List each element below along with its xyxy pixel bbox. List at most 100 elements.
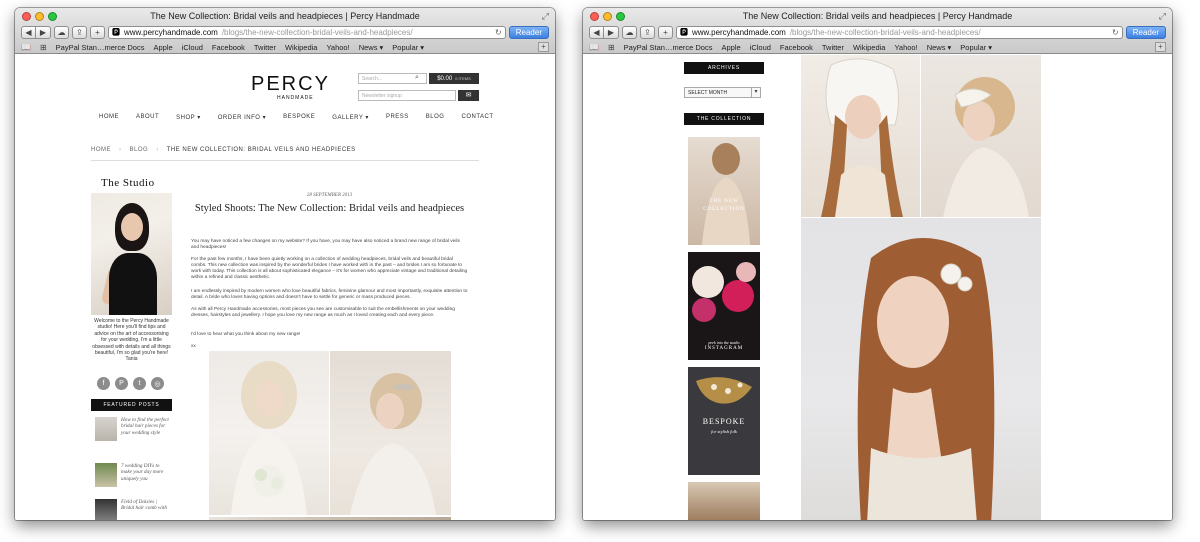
add-bookmark-icon[interactable]: +: [1155, 42, 1166, 52]
bookmark-item[interactable]: Wikipedia: [853, 43, 886, 52]
share-button[interactable]: ⇪: [640, 25, 655, 39]
bookmark-item[interactable]: iCloud: [182, 43, 203, 52]
featured-post[interactable]: 7 wedding DIYs to make your day more uni…: [95, 463, 171, 487]
nav-blog[interactable]: BLOG: [426, 114, 445, 121]
pinterest-icon[interactable]: P: [115, 377, 128, 390]
address-bar[interactable]: 🅿 www.percyhandmade.com/blogs/the-new-co…: [108, 25, 506, 39]
search-icon[interactable]: ⌕: [415, 74, 419, 82]
bookmark-item[interactable]: PayPal Stan…merce Docs: [56, 43, 145, 52]
headpiece-photo: [921, 55, 1041, 217]
nav-order-info[interactable]: ORDER INFO ▾: [218, 114, 266, 121]
plus-icon: +: [663, 27, 668, 37]
bride-photo: [209, 351, 329, 515]
address-bar[interactable]: 🅿 www.percyhandmade.com/blogs/the-new-co…: [676, 25, 1123, 39]
featured-post-thumbnail: [95, 417, 117, 441]
nav-press[interactable]: PRESS: [386, 114, 409, 121]
back-button[interactable]: ◀: [589, 25, 604, 39]
bookmark-item[interactable]: PayPal Stan…merce Docs: [624, 43, 713, 52]
bookmark-item[interactable]: Facebook: [212, 43, 245, 52]
book-icon[interactable]: 📖: [589, 43, 599, 52]
fullscreen-icon[interactable]: ⤢: [542, 11, 549, 22]
share-icon: ⇪: [644, 27, 651, 37]
breadcrumb-blog[interactable]: BLOG: [130, 147, 149, 153]
bookmark-item[interactable]: Twitter: [822, 43, 844, 52]
web-page: PERCY HANDMADE Search... ⌕ $0.00 0 ITEMS…: [15, 55, 555, 520]
bride-photo: [209, 517, 451, 520]
grid-icon[interactable]: ⊞: [40, 43, 47, 52]
featured-post-title[interactable]: Field of Daisies | Bridal hair comb with: [121, 499, 171, 520]
newsletter-submit-button[interactable]: ✉: [458, 90, 479, 101]
book-icon[interactable]: 📖: [21, 43, 31, 52]
icloud-tabs-button[interactable]: ☁: [622, 25, 637, 39]
post-title: Styled Shoots: The New Collection: Brida…: [194, 203, 465, 214]
nav-contact[interactable]: CONTACT: [461, 114, 493, 121]
fullscreen-icon[interactable]: ⤢: [1159, 11, 1166, 22]
page-icon: 🅿: [680, 27, 688, 37]
instagram-icon[interactable]: ◎: [151, 377, 164, 390]
bookmark-item[interactable]: Popular ▾: [960, 43, 992, 52]
reader-button[interactable]: Reader: [508, 25, 549, 39]
twitter-icon[interactable]: t: [133, 377, 146, 390]
nav-gallery[interactable]: GALLERY ▾: [332, 114, 369, 121]
breadcrumb-separator: ›: [119, 147, 122, 153]
bookmark-item[interactable]: News ▾: [359, 43, 384, 52]
bookmark-item[interactable]: Apple: [721, 43, 740, 52]
facebook-icon[interactable]: f: [97, 377, 110, 390]
forward-arrow-icon: ▶: [607, 27, 615, 37]
forward-button[interactable]: ▶: [36, 25, 51, 39]
grid-icon[interactable]: ⊞: [608, 43, 615, 52]
new-tab-button[interactable]: +: [90, 25, 105, 39]
add-bookmark-icon[interactable]: +: [538, 42, 549, 52]
cart-button[interactable]: $0.00 0 ITEMS: [429, 73, 479, 84]
bookmark-item[interactable]: Wikipedia: [285, 43, 318, 52]
post-paragraph: I'd love to hear what you think about my…: [191, 332, 301, 337]
collection-tile[interactable]: [688, 482, 760, 520]
bespoke-tile[interactable]: BESPOKE for stylish folk: [688, 367, 760, 475]
bookmark-item[interactable]: Yahoo!: [326, 43, 349, 52]
share-button[interactable]: ⇪: [72, 25, 87, 39]
reload-icon[interactable]: ↻: [1112, 28, 1119, 37]
bookmark-item[interactable]: Twitter: [254, 43, 276, 52]
window-title: The New Collection: Bridal veils and hea…: [742, 11, 1013, 21]
nav-shop[interactable]: SHOP ▾: [176, 114, 201, 121]
tile-label: THE NEW: [709, 199, 739, 204]
nav-about[interactable]: ABOUT: [136, 114, 159, 121]
featured-post-title[interactable]: How to find the perfect bridal hair piec…: [121, 417, 171, 441]
reload-icon[interactable]: ↻: [495, 28, 502, 37]
bookmark-item[interactable]: Popular ▾: [392, 43, 424, 52]
collection-heading: THE COLLECTION: [684, 113, 764, 125]
tile-label: BESPOKE: [702, 417, 746, 426]
new-tab-button[interactable]: +: [658, 25, 673, 39]
breadcrumb-current: THE NEW COLLECTION: BRIDAL VEILS AND HEA…: [166, 147, 356, 153]
back-arrow-icon: ◀: [593, 27, 600, 37]
bookmark-item[interactable]: Facebook: [780, 43, 813, 52]
nav-bespoke[interactable]: BESPOKE: [283, 114, 315, 121]
window-title: The New Collection: Bridal veils and hea…: [150, 11, 420, 21]
instagram-tile[interactable]: peek into the studio INSTAGRAM: [688, 252, 760, 360]
bookmark-item[interactable]: Yahoo!: [894, 43, 917, 52]
tile-label: INSTAGRAM: [704, 346, 744, 351]
featured-post[interactable]: Field of Daisies | Bridal hair comb with: [95, 499, 171, 520]
icloud-tabs-button[interactable]: ☁: [54, 25, 69, 39]
reader-button[interactable]: Reader: [1125, 25, 1166, 39]
bookmark-item[interactable]: iCloud: [750, 43, 771, 52]
archives-select[interactable]: SELECT MONTH ▾: [684, 87, 761, 98]
tile-label: COLLECTION: [703, 207, 745, 212]
breadcrumb-home[interactable]: HOME: [91, 147, 111, 153]
archives-select-value: SELECT MONTH: [688, 90, 728, 96]
featured-post[interactable]: How to find the perfect bridal hair piec…: [95, 417, 171, 441]
site-logo[interactable]: PERCY: [251, 73, 330, 96]
cart-total: $0.00: [437, 75, 453, 82]
collection-tile[interactable]: THE NEW COLLECTION: [688, 137, 760, 245]
featured-post-title[interactable]: 7 wedding DIYs to make your day more uni…: [121, 463, 171, 487]
back-button[interactable]: ◀: [21, 25, 36, 39]
bookmark-item[interactable]: News ▾: [927, 43, 952, 52]
post-paragraph: You may have noticed a few changes on my…: [191, 239, 460, 250]
newsletter-input[interactable]: Newsletter signup: [358, 90, 456, 101]
social-links: f P t ◎: [97, 377, 164, 390]
url-host: www.percyhandmade.com: [692, 27, 786, 37]
forward-button[interactable]: ▶: [604, 25, 619, 39]
nav-home[interactable]: HOME: [99, 114, 119, 121]
bookmark-item[interactable]: Apple: [153, 43, 172, 52]
breadcrumb-separator: ›: [156, 147, 159, 153]
